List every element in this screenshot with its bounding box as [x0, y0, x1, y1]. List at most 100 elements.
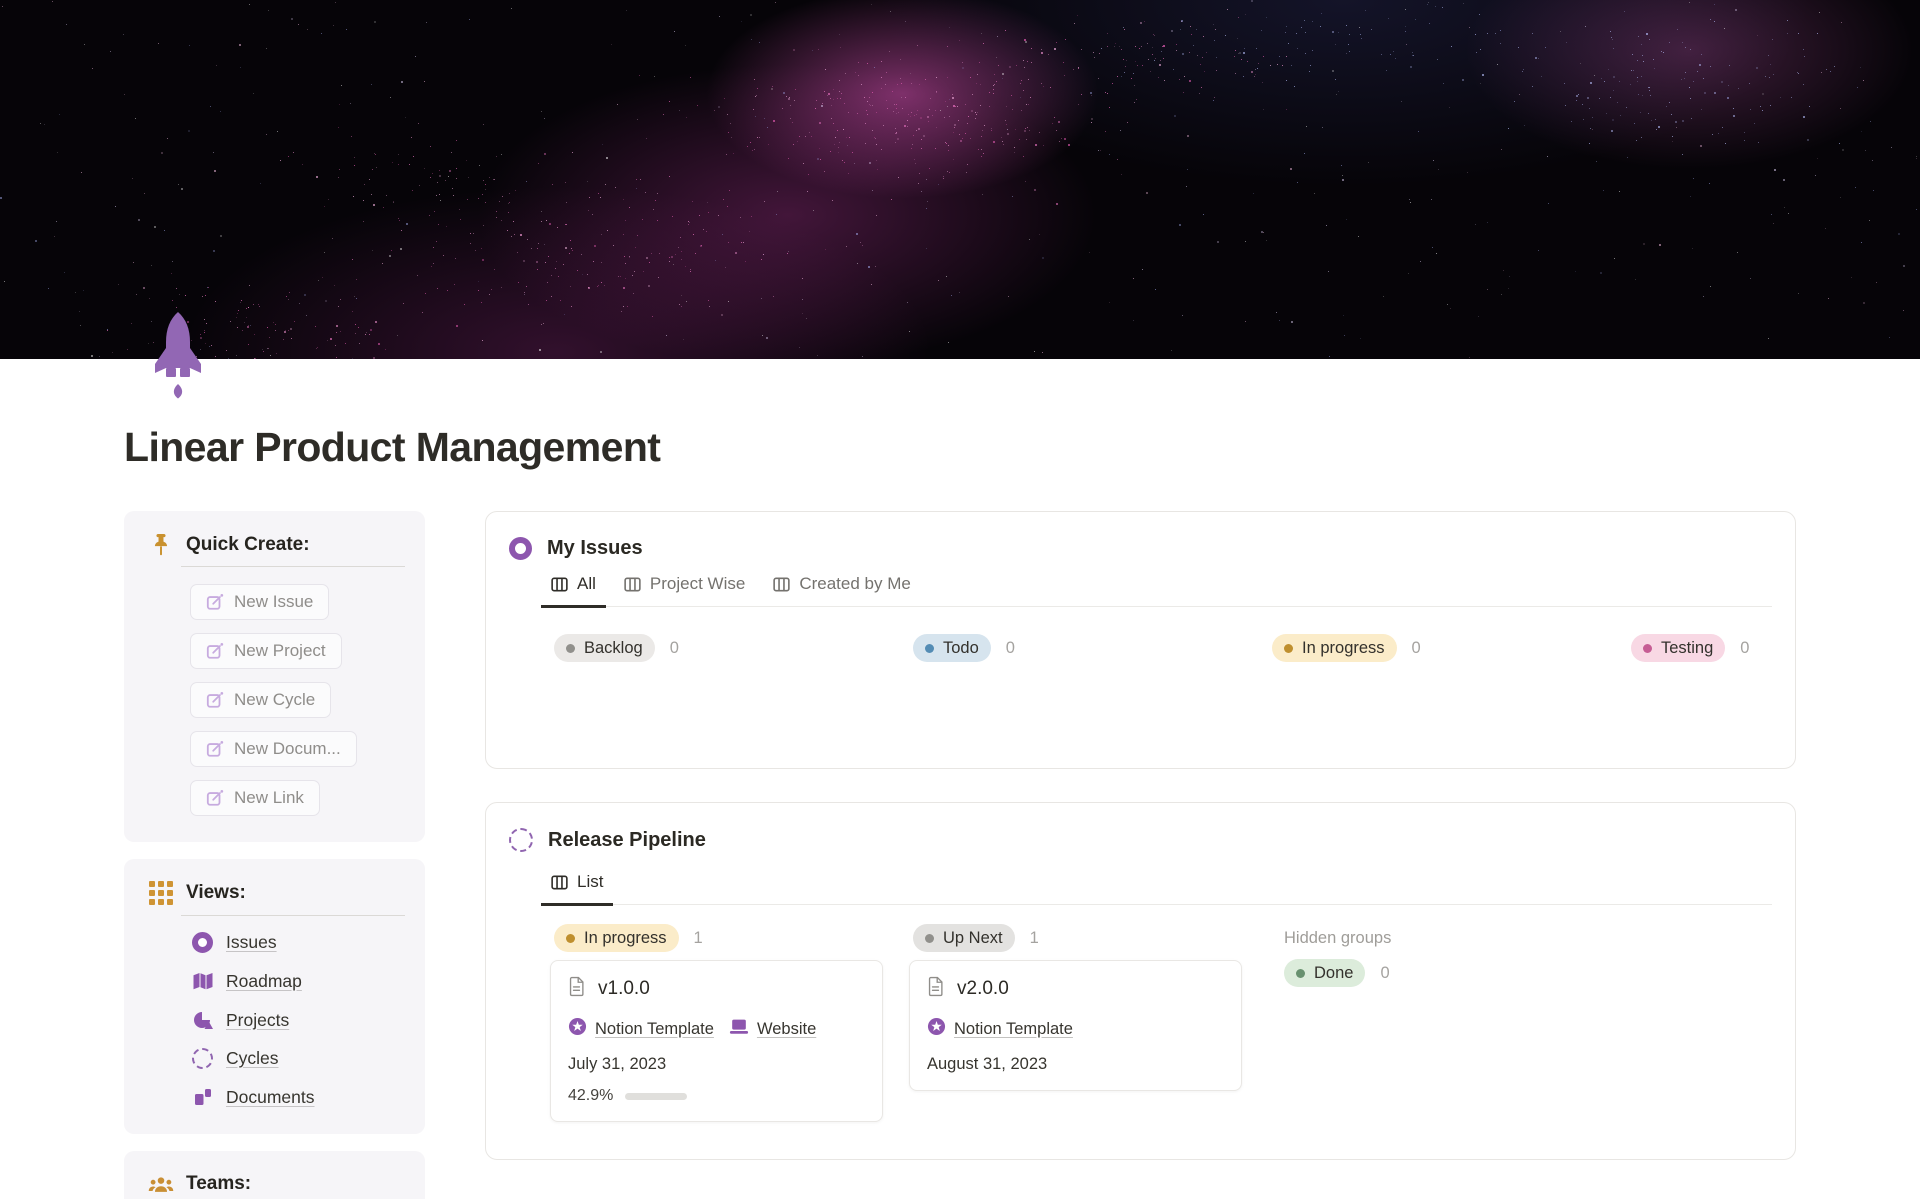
new-issue-button[interactable]: New Issue — [190, 584, 329, 620]
release-progress: 42.9% — [568, 1087, 865, 1105]
board-view-icon — [551, 874, 568, 891]
notion-template-icon — [568, 1017, 587, 1041]
compose-icon — [206, 642, 224, 660]
rocket-page-icon[interactable] — [152, 310, 204, 406]
teams-panel: Teams: — [124, 1151, 425, 1199]
status-badge-testing[interactable]: Testing — [1631, 634, 1725, 662]
my-issues-board: Backlog 0 Todo 0 In progress 0 Testing 0 — [554, 634, 1795, 662]
group-count: 0 — [1006, 639, 1015, 658]
status-badge-in-progress[interactable]: In progress — [554, 924, 679, 952]
status-badge-todo[interactable]: Todo — [913, 634, 991, 662]
view-link-label: Roadmap — [226, 971, 302, 992]
group-count: 0 — [670, 639, 679, 658]
release-card-v2[interactable]: v2.0.0 Notion Template August 31, 2023 — [909, 960, 1242, 1091]
views-panel: Views: Issues Roadmap Projects Cycles Do… — [124, 859, 425, 1134]
board-view-icon — [624, 576, 641, 593]
my-issues-card: My Issues All Project Wise Created by Me — [485, 511, 1796, 769]
divider — [181, 566, 405, 567]
quick-create-header: Quick Create: — [148, 533, 405, 556]
sidebar-item-issues[interactable]: Issues — [190, 932, 405, 953]
release-date: July 31, 2023 — [568, 1055, 865, 1074]
cycle-dashed-icon — [509, 828, 533, 852]
release-board: In progress 1 v1.0.0 Notion Template Web… — [554, 924, 1795, 1122]
quick-create-title: Quick Create: — [186, 534, 310, 556]
new-project-button[interactable]: New Project — [190, 633, 342, 669]
views-title: Views: — [186, 882, 246, 904]
status-label: Todo — [943, 639, 979, 658]
cycles-icon — [190, 1048, 215, 1069]
sidebar: Quick Create: New Issue New Project New … — [124, 511, 425, 1199]
status-label: Up Next — [943, 929, 1003, 948]
status-dot — [925, 644, 934, 653]
column-testing: Testing 0 — [1631, 634, 1920, 662]
release-pipeline-card: Release Pipeline List In progress 1 v1.0… — [485, 802, 1796, 1160]
page-icon — [568, 976, 585, 1002]
pushpin-icon — [148, 533, 174, 556]
new-cycle-button[interactable]: New Cycle — [190, 682, 331, 718]
board-view-icon — [773, 576, 790, 593]
status-label: Backlog — [584, 639, 643, 658]
views-list: Issues Roadmap Projects Cycles Documents — [190, 932, 405, 1108]
view-link-label: Issues — [226, 932, 277, 953]
documents-icon — [190, 1086, 215, 1108]
notion-template-link[interactable]: Notion Template — [568, 1017, 714, 1041]
compose-icon — [206, 789, 224, 807]
sidebar-item-projects[interactable]: Projects — [190, 1009, 405, 1031]
button-label: New Docum... — [234, 739, 341, 759]
hidden-groups-label: Hidden groups — [1284, 924, 1631, 952]
status-dot — [1284, 644, 1293, 653]
new-link-button[interactable]: New Link — [190, 780, 320, 816]
status-badge-in-progress[interactable]: In progress — [1272, 634, 1397, 662]
progress-percent: 42.9% — [568, 1087, 613, 1105]
status-badge-up-next[interactable]: Up Next — [913, 924, 1015, 952]
website-link[interactable]: Website — [729, 1018, 816, 1040]
release-title: v2.0.0 — [957, 978, 1009, 1000]
release-card-v1[interactable]: v1.0.0 Notion Template Website July 31, … — [550, 960, 883, 1122]
release-pipeline-title: Release Pipeline — [548, 829, 706, 852]
status-dot — [1643, 644, 1652, 653]
issues-icon — [190, 932, 215, 953]
release-date: August 31, 2023 — [927, 1055, 1224, 1074]
sidebar-item-roadmap[interactable]: Roadmap — [190, 970, 405, 992]
link-label: Website — [757, 1020, 816, 1039]
button-label: New Cycle — [234, 690, 315, 710]
tab-created-by-me[interactable]: Created by Me — [763, 574, 921, 608]
rocket-icon — [152, 310, 204, 406]
release-column-in-progress: In progress 1 v1.0.0 Notion Template Web… — [554, 924, 913, 1122]
compose-icon — [206, 691, 224, 709]
tab-all[interactable]: All — [541, 574, 606, 608]
view-link-label: Projects — [226, 1010, 289, 1031]
status-label: Done — [1314, 964, 1353, 983]
content-area: Quick Create: New Issue New Project New … — [124, 511, 1796, 1199]
column-in-progress: In progress 0 — [1272, 634, 1631, 662]
column-backlog: Backlog 0 — [554, 634, 913, 662]
tab-label: Created by Me — [799, 574, 911, 594]
status-label: In progress — [584, 929, 667, 948]
my-issues-title: My Issues — [547, 537, 643, 560]
status-dot — [566, 644, 575, 653]
status-badge-done[interactable]: Done — [1284, 959, 1365, 987]
sidebar-item-cycles[interactable]: Cycles — [190, 1048, 405, 1069]
notion-template-link[interactable]: Notion Template — [927, 1017, 1073, 1041]
progress-bar — [625, 1093, 687, 1100]
main-area: My Issues All Project Wise Created by Me — [485, 511, 1796, 1199]
status-dot — [566, 934, 575, 943]
status-dot — [1296, 969, 1305, 978]
button-label: New Issue — [234, 592, 313, 612]
group-count: 0 — [1380, 964, 1389, 983]
release-title: v1.0.0 — [598, 978, 650, 1000]
tab-label: List — [577, 872, 603, 892]
my-issues-header: My Issues — [509, 537, 1795, 560]
people-icon — [148, 1176, 174, 1193]
release-pipeline-header: Release Pipeline — [509, 828, 1795, 852]
tab-project-wise[interactable]: Project Wise — [614, 574, 755, 608]
sidebar-item-documents[interactable]: Documents — [190, 1086, 405, 1108]
status-badge-backlog[interactable]: Backlog — [554, 634, 655, 662]
group-count: 0 — [1412, 639, 1421, 658]
tab-list[interactable]: List — [541, 872, 613, 906]
roadmap-icon — [190, 970, 215, 992]
new-document-button[interactable]: New Docum... — [190, 731, 357, 767]
notion-template-icon — [927, 1017, 946, 1041]
release-column-hidden-groups: Hidden groups Done 0 — [1272, 924, 1631, 1122]
quick-create-panel: Quick Create: New Issue New Project New … — [124, 511, 425, 842]
